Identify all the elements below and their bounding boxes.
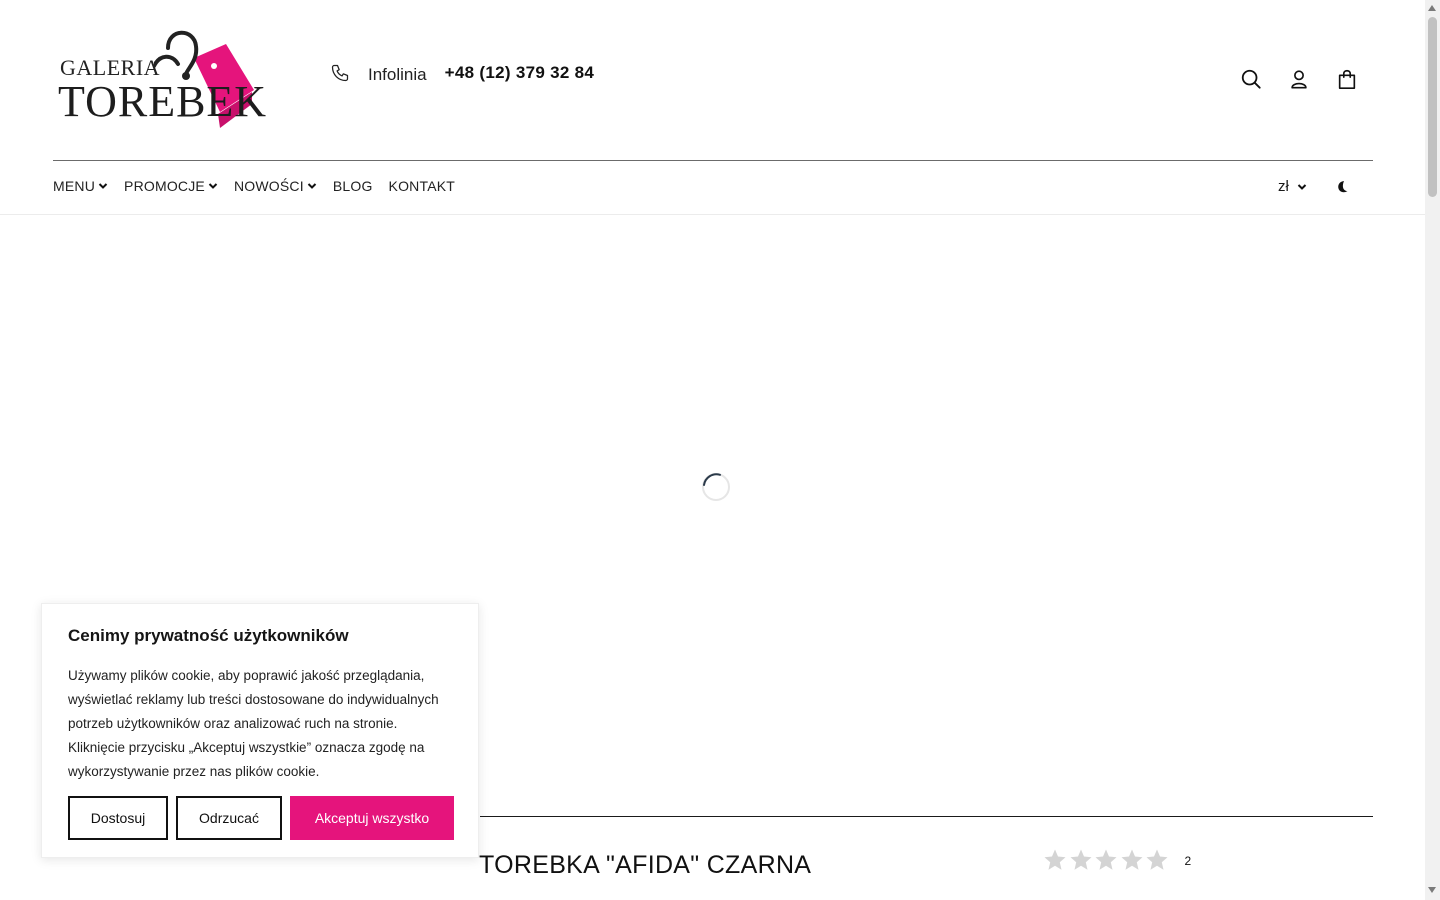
header-divider: [53, 160, 1373, 161]
nav-item-blog[interactable]: BLOG: [333, 178, 373, 194]
nav-item-nowosci[interactable]: NOWOŚCI: [234, 178, 317, 194]
star-empty-icon: [1146, 849, 1168, 870]
nav-item-label: MENU: [53, 178, 96, 194]
nav-item-promocje[interactable]: PROMOCJE: [124, 178, 218, 194]
main-nav: MENU PROMOCJE NOWOŚCI BLOG KONTAKT: [53, 178, 455, 194]
scroll-thumb[interactable]: [1428, 17, 1437, 197]
customize-button[interactable]: Dostosuj: [68, 796, 168, 840]
hotline-phone-number[interactable]: +48 (12) 379 32 84: [445, 63, 595, 83]
logo-text-torebek: TOREBEK: [58, 77, 268, 126]
cookie-description: Używamy plików cookie, aby poprawić jako…: [68, 668, 439, 779]
scroll-down-arrow-icon[interactable]: [1428, 887, 1436, 893]
review-count: 2: [1184, 854, 1192, 868]
product-title: TOREBKA "AFIDA" CZARNA: [479, 851, 812, 879]
site-header: GALERIA TOREBEK Infolinia +48 (12) 379 3…: [0, 0, 1425, 215]
search-icon[interactable]: [1240, 68, 1262, 90]
phone-icon: [331, 64, 349, 82]
product-divider: [480, 816, 1373, 817]
star-empty-icon: [1121, 849, 1142, 870]
product-rating[interactable]: 2: [1043, 848, 1191, 872]
nav-item-label: BLOG: [332, 178, 373, 194]
header-actions: [1240, 68, 1358, 90]
chevron-down-icon: [208, 183, 218, 189]
loading-spinner-icon: [702, 473, 730, 501]
nav-utilities: zł: [1278, 178, 1349, 195]
cookie-consent-banner: Cenimy prywatność użytkowników Używamy p…: [41, 603, 479, 858]
cookie-actions: Dostosuj Odrzucać Akceptuj wszystko: [68, 796, 454, 840]
accept-all-button[interactable]: Akceptuj wszystko: [290, 796, 454, 840]
user-icon[interactable]: [1288, 68, 1310, 90]
chevron-down-icon: [1297, 183, 1307, 190]
chevron-down-icon: [98, 183, 108, 189]
scroll-up-arrow-icon[interactable]: [1428, 5, 1436, 11]
hotline-label: Infolinia: [368, 65, 427, 84]
star-empty-icon: [1044, 849, 1066, 870]
star-empty-icon: [1070, 849, 1091, 870]
cart-icon[interactable]: [1336, 68, 1358, 90]
nav-item-kontakt[interactable]: KONTAKT: [389, 178, 455, 194]
moon-icon[interactable]: [1335, 180, 1349, 194]
nav-item-menu[interactable]: MENU: [53, 178, 108, 194]
cookie-title: Cenimy prywatność użytkowników: [68, 626, 349, 645]
reject-button[interactable]: Odrzucać: [176, 796, 282, 840]
hotline: Infolinia +48 (12) 379 32 84: [330, 60, 594, 86]
page: GALERIA TOREBEK Infolinia +48 (12) 379 3…: [0, 0, 1440, 900]
star-empty-icon: [1095, 849, 1117, 870]
currency-label: zł: [1278, 178, 1289, 195]
nav-item-label: PROMOCJE: [124, 178, 205, 194]
page-scrollbar[interactable]: [1425, 0, 1440, 900]
chevron-down-icon: [307, 183, 317, 189]
nav-item-label: NOWOŚCI: [233, 178, 304, 194]
currency-select[interactable]: zł: [1278, 178, 1307, 195]
nav-item-label: KONTAKT: [388, 178, 456, 194]
site-logo[interactable]: GALERIA TOREBEK: [58, 30, 266, 130]
